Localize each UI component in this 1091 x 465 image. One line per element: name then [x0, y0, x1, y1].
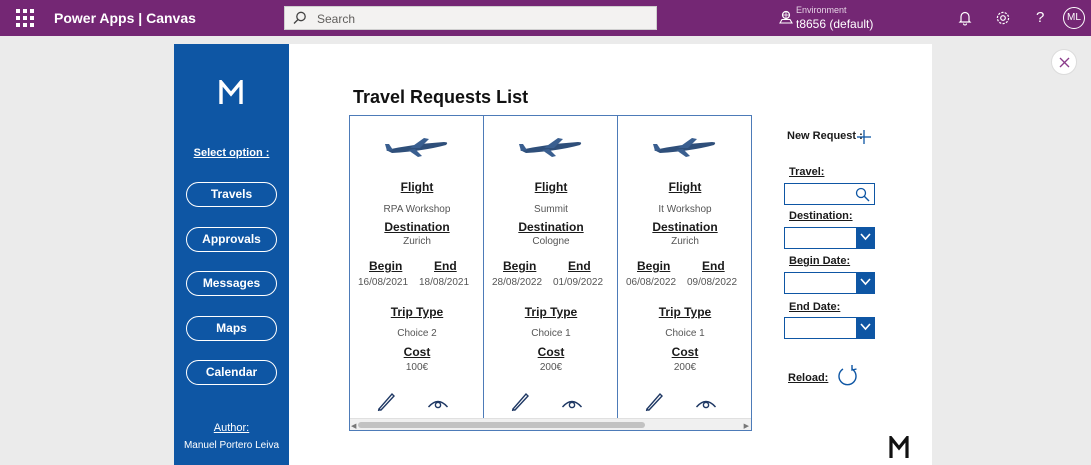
- help-icon[interactable]: ?: [1036, 9, 1044, 26]
- waffle-icon[interactable]: [14, 7, 36, 29]
- app-canvas: Select option : Travels Approvals Messag…: [174, 44, 932, 465]
- gear-icon[interactable]: [994, 9, 1012, 27]
- trip-type-label: Trip Type: [658, 305, 712, 319]
- cost-value: 200€: [673, 362, 697, 373]
- destination-label: Destination: [518, 220, 584, 234]
- cost-label: Cost: [671, 345, 699, 359]
- chevron-down-icon[interactable]: [856, 272, 875, 294]
- destination-dropdown[interactable]: [784, 227, 875, 249]
- trip-type-label: Trip Type: [524, 305, 578, 319]
- airplane-icon: [385, 138, 448, 157]
- trip-type-value: Choice 1: [665, 328, 705, 339]
- begin-label: Begin: [369, 259, 403, 273]
- nav-button-maps[interactable]: Maps: [186, 316, 277, 341]
- app-title[interactable]: Power Apps | Canvas: [54, 10, 196, 26]
- search-input[interactable]: Search: [284, 6, 657, 30]
- page-title: Travel Requests List: [353, 87, 529, 107]
- close-icon: [1059, 57, 1070, 68]
- travel-card[interactable]: Flight It Workshop Destination Zurich Be…: [618, 116, 751, 418]
- author-name: Manuel Portero Leiva: [183, 440, 280, 451]
- end-value: 01/09/2022: [553, 277, 604, 288]
- search-placeholder: Search: [317, 12, 356, 26]
- view-eye-icon[interactable]: [561, 396, 583, 410]
- travel-card[interactable]: Flight Summit Destination Cologne Begin …: [484, 116, 618, 418]
- nav-button-calendar[interactable]: Calendar: [186, 360, 277, 385]
- cost-label: Cost: [403, 345, 431, 359]
- end-value: 18/08/2021: [419, 277, 470, 288]
- begin-label: Begin: [637, 259, 671, 273]
- airplane-icon: [653, 138, 716, 157]
- author-label: Author:: [213, 422, 250, 434]
- view-eye-icon[interactable]: [695, 396, 717, 410]
- end-label: End: [568, 259, 591, 273]
- search-icon: [855, 187, 870, 202]
- end-date-dropdown[interactable]: [784, 317, 875, 339]
- nav-button-messages[interactable]: Messages: [186, 271, 277, 296]
- plus-icon[interactable]: [856, 129, 872, 145]
- destination-label: Destination:: [789, 210, 853, 222]
- cost-label: Cost: [537, 345, 565, 359]
- new-request-label: New Request :: [787, 130, 863, 142]
- edit-pencil-icon[interactable]: [377, 392, 397, 412]
- begin-value: 16/08/2021: [358, 277, 409, 288]
- trip-type-label: Trip Type: [390, 305, 444, 319]
- begin-label: Begin: [503, 259, 537, 273]
- select-option-label: Select option :: [193, 147, 270, 159]
- environment-value[interactable]: t8656 (default): [796, 17, 873, 31]
- logo-m-icon: [889, 436, 909, 458]
- avatar[interactable]: ML: [1063, 7, 1085, 29]
- gallery-horizontal-scrollbar[interactable]: ◀ ▶: [350, 418, 751, 430]
- begin-date-dropdown[interactable]: [784, 272, 875, 294]
- begin-value: 06/08/2022: [626, 277, 677, 288]
- logo-m-icon: [219, 80, 243, 104]
- sidebar: Select option : Travels Approvals Messag…: [174, 44, 289, 465]
- reload-icon[interactable]: [837, 364, 859, 388]
- trip-type-value: Choice 1: [531, 328, 571, 339]
- nav-button-travels[interactable]: Travels: [186, 182, 277, 207]
- cost-value: 200€: [539, 362, 563, 373]
- bell-icon[interactable]: [956, 9, 974, 27]
- scroll-left-arrow-icon[interactable]: ◀: [351, 422, 356, 430]
- travel-search-input[interactable]: [784, 183, 875, 205]
- reload-label: Reload:: [788, 372, 829, 384]
- flight-value: Summit: [534, 204, 568, 215]
- flight-value: RPA Workshop: [383, 204, 451, 215]
- destination-label: Destination: [652, 220, 718, 234]
- search-icon: [293, 11, 306, 24]
- end-label: End: [434, 259, 457, 273]
- close-button[interactable]: [1051, 49, 1077, 75]
- environment-label: Environment: [796, 5, 847, 15]
- edit-pencil-icon[interactable]: [645, 392, 665, 412]
- top-bar: Power Apps | Canvas Search Environment t…: [0, 0, 1091, 36]
- flight-label: Flight: [534, 180, 568, 194]
- end-date-label: End Date:: [789, 301, 841, 313]
- destination-value: Cologne: [532, 236, 570, 247]
- destination-label: Destination: [384, 220, 450, 234]
- nav-button-approvals[interactable]: Approvals: [186, 227, 277, 252]
- cost-value: 100€: [405, 362, 429, 373]
- travel-gallery[interactable]: Flight RPA Workshop Destination Zurich B…: [349, 115, 752, 431]
- begin-date-label: Begin Date:: [789, 255, 851, 267]
- destination-value: Zurich: [403, 236, 431, 247]
- chevron-down-icon[interactable]: [856, 317, 875, 339]
- begin-value: 28/08/2022: [492, 277, 543, 288]
- trip-type-value: Choice 2: [397, 328, 437, 339]
- flight-label: Flight: [668, 180, 702, 194]
- chevron-down-icon[interactable]: [856, 227, 875, 249]
- scrollbar-thumb[interactable]: [358, 422, 645, 428]
- edit-pencil-icon[interactable]: [511, 392, 531, 412]
- end-value: 09/08/2022: [687, 277, 738, 288]
- environment-icon[interactable]: [779, 10, 793, 24]
- scroll-right-arrow-icon[interactable]: ▶: [744, 422, 749, 430]
- end-label: End: [702, 259, 725, 273]
- travel-label: Travel:: [789, 166, 825, 178]
- travel-card[interactable]: Flight RPA Workshop Destination Zurich B…: [350, 116, 484, 418]
- flight-value: It Workshop: [658, 204, 712, 215]
- flight-label: Flight: [400, 180, 434, 194]
- view-eye-icon[interactable]: [427, 396, 449, 410]
- destination-value: Zurich: [671, 236, 699, 247]
- airplane-icon: [519, 138, 582, 157]
